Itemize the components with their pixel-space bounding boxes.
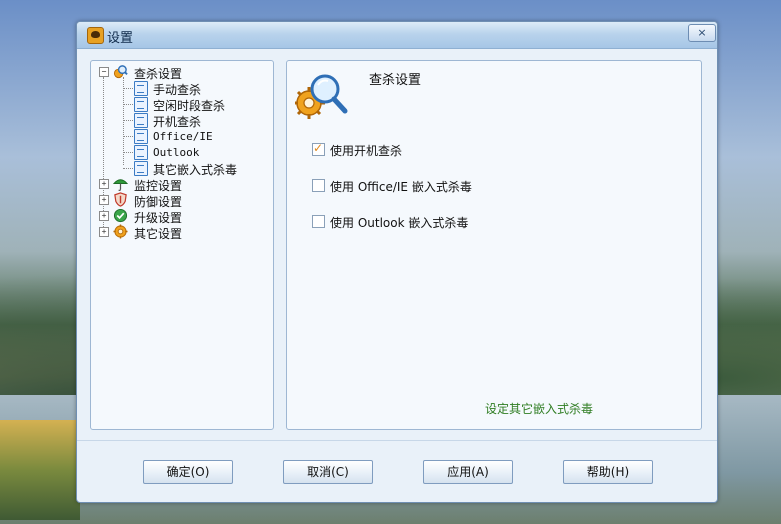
ok-button[interactable]: 确定(O) (143, 460, 233, 484)
boot-scan-option[interactable]: 使用开机查杀 (312, 141, 512, 158)
tree-item-monitor-settings[interactable]: + 监控设置 (91, 176, 271, 193)
globe-check-icon (113, 208, 128, 223)
tree-connector (123, 88, 133, 89)
settings-dialog: 设置 × − 查杀设置 手动查杀 空闲时段查杀 开机查杀 Office/IE O… (76, 21, 718, 503)
tree-connector (123, 152, 133, 153)
tree-item-label: Office/IE (153, 130, 213, 143)
document-icon (134, 81, 148, 96)
outlook-option[interactable]: 使用 Outlook 嵌入式杀毒 (312, 214, 532, 230)
app-icon (87, 27, 104, 44)
tree-item-idle-scan[interactable]: 空闲时段查杀 (91, 96, 271, 113)
document-icon (134, 97, 148, 112)
magnifier-gear-icon (113, 65, 128, 79)
gear-icon (113, 224, 128, 239)
title-bar[interactable]: 设置 × (77, 22, 717, 49)
tree-connector (123, 120, 133, 121)
tree-item-label: 其它设置 (134, 227, 183, 241)
window-title: 设置 (107, 31, 134, 46)
shield-icon (114, 192, 127, 207)
button-bar: 确定(O) 取消(C) 应用(A) 帮助(H) (77, 440, 717, 503)
office-ie-checkbox[interactable] (312, 179, 325, 192)
background-field (0, 420, 80, 520)
other-embedded-link[interactable]: 设定其它嵌入式杀毒 (485, 400, 593, 417)
collapse-icon[interactable]: − (99, 67, 109, 77)
boot-scan-checkbox[interactable] (312, 141, 325, 156)
tree-connector (123, 104, 133, 105)
checkbox-label: 使用 Office/IE 嵌入式杀毒 (330, 180, 472, 194)
document-icon (134, 113, 148, 128)
tree-item-label: Outlook (153, 146, 200, 159)
tree-item-upgrade-settings[interactable]: + 升级设置 (91, 208, 271, 225)
help-button[interactable]: 帮助(H) (563, 460, 653, 484)
tree-item-office-ie[interactable]: Office/IE (91, 128, 271, 144)
panel-title: 查杀设置 (369, 73, 422, 88)
document-icon (134, 145, 148, 160)
settings-tree: − 查杀设置 手动查杀 空闲时段查杀 开机查杀 Office/IE Outloo… (90, 60, 274, 430)
expand-icon[interactable]: + (99, 179, 109, 189)
tree-item-scan-settings[interactable]: − 查杀设置 (91, 64, 271, 81)
checkbox-label: 使用 Outlook 嵌入式杀毒 (330, 216, 469, 230)
document-icon (134, 129, 148, 144)
tree-connector (123, 168, 133, 169)
tree-item-boot-scan[interactable]: 开机查杀 (91, 112, 271, 129)
scan-settings-panel: 查杀设置 使用开机查杀 使用 Office/IE 嵌入式杀毒 使用 Outloo… (286, 60, 702, 430)
magnifier-gear-icon (295, 74, 348, 119)
umbrella-icon (113, 179, 128, 191)
office-ie-option[interactable]: 使用 Office/IE 嵌入式杀毒 (312, 178, 532, 194)
outlook-checkbox[interactable] (312, 215, 325, 228)
expand-icon[interactable]: + (99, 211, 109, 221)
document-icon (134, 161, 148, 176)
tree-item-other-embedded[interactable]: 其它嵌入式杀毒 (91, 160, 271, 177)
checkbox-label: 使用开机查杀 (330, 144, 403, 158)
tree-item-other-settings[interactable]: + 其它设置 (91, 224, 271, 241)
cancel-button[interactable]: 取消(C) (283, 460, 373, 484)
expand-icon[interactable]: + (99, 195, 109, 205)
apply-button[interactable]: 应用(A) (423, 460, 513, 484)
tree-item-outlook[interactable]: Outlook (91, 144, 271, 160)
tree-connector (123, 136, 133, 137)
tree-item-defense-settings[interactable]: + 防御设置 (91, 192, 271, 209)
expand-icon[interactable]: + (99, 227, 109, 237)
tree-item-manual-scan[interactable]: 手动查杀 (91, 80, 271, 97)
close-button[interactable]: × (688, 24, 716, 42)
